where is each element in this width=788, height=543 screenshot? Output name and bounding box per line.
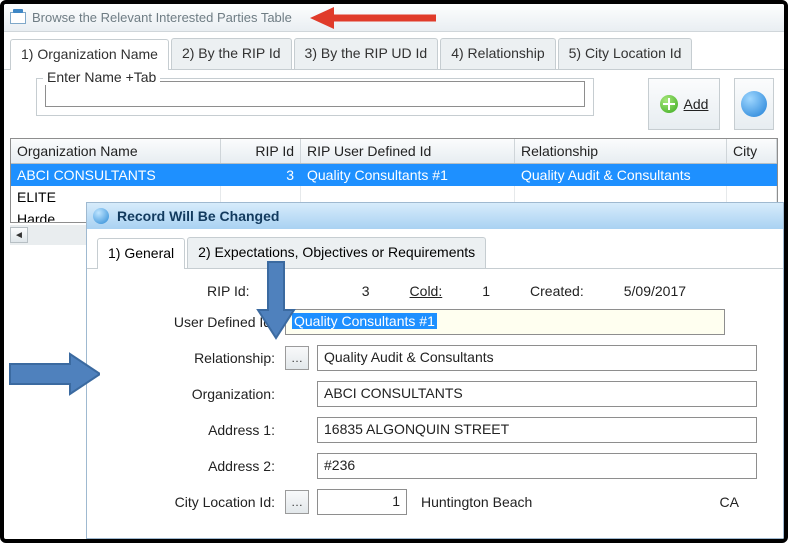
scroll-left-icon[interactable]: ◄ — [10, 227, 28, 243]
created-label: Created: — [530, 283, 584, 299]
plus-icon — [660, 95, 678, 113]
col-org[interactable]: Organization Name — [11, 139, 221, 163]
tab-expectations[interactable]: 2) Expectations, Objectives or Requireme… — [187, 237, 486, 268]
secondary-button[interactable] — [734, 78, 774, 130]
table-row[interactable]: ABCI CONSULTANTS 3 Quality Consultants #… — [11, 164, 777, 186]
cold-label: Cold: — [410, 283, 443, 299]
relationship-label: Relationship: — [97, 350, 285, 366]
window-title: Browse the Relevant Interested Parties T… — [32, 10, 292, 25]
globe-icon — [93, 208, 109, 224]
record-panel: Record Will Be Changed 1) General 2) Exp… — [86, 202, 784, 539]
add-button[interactable]: Add — [648, 78, 720, 130]
tab-city-location[interactable]: 5) City Location Id — [558, 38, 693, 69]
col-rip[interactable]: RIP Id — [221, 139, 301, 163]
cityid-label: City Location Id: — [97, 494, 285, 510]
address1-input[interactable]: 16835 ALGONQUIN STREET — [317, 417, 757, 443]
col-city[interactable]: City — [727, 139, 777, 163]
created-value: 5/09/2017 — [624, 283, 686, 299]
rip-id-label: RIP Id: — [207, 283, 250, 299]
grid-header: Organization Name RIP Id RIP User Define… — [11, 139, 777, 164]
col-rel[interactable]: Relationship — [515, 139, 727, 163]
tab-relationship[interactable]: 4) Relationship — [440, 38, 555, 69]
app-icon — [10, 12, 26, 24]
address1-label: Address 1: — [97, 422, 285, 438]
main-tabstrip: 1) Organization Name 2) By the RIP Id 3)… — [4, 32, 784, 70]
add-button-label: Add — [684, 96, 709, 112]
record-panel-title: Record Will Be Changed — [87, 203, 783, 229]
organization-input[interactable]: ABCI CONSULTANTS — [317, 381, 757, 407]
globe-icon — [741, 91, 767, 117]
city-value: Huntington Beach — [421, 494, 532, 510]
tab-general[interactable]: 1) General — [97, 238, 185, 269]
tab-by-rip-ud-id[interactable]: 3) By the RIP UD Id — [294, 38, 439, 69]
tab-by-rip-id[interactable]: 2) By the RIP Id — [171, 38, 292, 69]
cityid-input[interactable]: 1 — [317, 489, 407, 515]
relationship-lookup-button[interactable]: … — [285, 346, 309, 370]
organization-label: Organization: — [97, 386, 285, 402]
tab-org-name[interactable]: 1) Organization Name — [10, 39, 169, 70]
rip-id-value: 3 — [290, 283, 370, 299]
state-value: CA — [720, 494, 739, 510]
udid-label: User Defined Id: — [97, 314, 285, 330]
search-group: Enter Name +Tab — [36, 78, 594, 116]
udid-input[interactable]: Quality Consultants #1 — [285, 309, 725, 335]
col-ud[interactable]: RIP User Defined Id — [301, 139, 515, 163]
window-titlebar: Browse the Relevant Interested Parties T… — [4, 4, 784, 32]
relationship-input[interactable]: Quality Audit & Consultants — [317, 345, 757, 371]
search-label: Enter Name +Tab — [43, 69, 160, 85]
cold-value: 1 — [482, 283, 490, 299]
address2-label: Address 2: — [97, 458, 285, 474]
cityid-lookup-button[interactable]: … — [285, 490, 309, 514]
address2-input[interactable]: #236 — [317, 453, 757, 479]
